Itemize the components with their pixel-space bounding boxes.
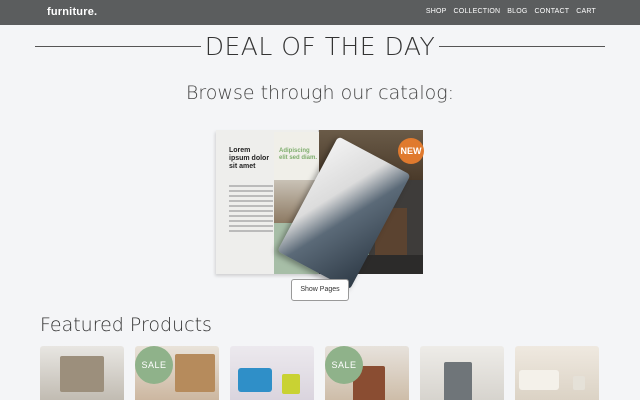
- brand-name: furniture: [47, 6, 95, 18]
- featured-title: Featured Products: [40, 314, 212, 336]
- nav-contact[interactable]: CONTACT: [535, 8, 570, 15]
- catalog-green-heading: Adipiscing elit sed diam.: [279, 148, 318, 161]
- nav-cart[interactable]: CART: [576, 8, 596, 15]
- sale-badge: SALE: [135, 346, 173, 384]
- deal-section: DEAL OF THE DAY: [0, 32, 640, 61]
- catalog-body-text: [229, 185, 273, 235]
- product-image: [238, 368, 272, 392]
- product-card[interactable]: [230, 346, 314, 400]
- navbar: furniture. SHOP COLLECTION BLOG CONTACT …: [0, 0, 640, 25]
- catalog-subtitle: Browse through our catalog:: [185, 82, 455, 104]
- product-image: [175, 354, 215, 392]
- catalog-left-heading: Lorem ipsum dolor sit amet: [229, 147, 270, 170]
- show-pages-button[interactable]: Show Pages: [291, 279, 349, 301]
- product-image: [60, 356, 104, 392]
- deal-divider-right: [439, 46, 605, 47]
- catalog-flipbook[interactable]: Lorem ipsum dolor sit amet Adipiscing el…: [213, 128, 426, 290]
- product-card[interactable]: [40, 346, 124, 400]
- brand-logo[interactable]: furniture.: [47, 6, 97, 18]
- brand-dot: .: [94, 6, 98, 18]
- sale-badge: SALE: [325, 346, 363, 384]
- product-card[interactable]: [420, 346, 504, 400]
- product-card[interactable]: SALE: [135, 346, 219, 400]
- nav-collection[interactable]: COLLECTION: [454, 8, 501, 15]
- plant-pot: [573, 376, 585, 390]
- product-image: [519, 370, 559, 390]
- product-grid: SALE SALE: [40, 346, 600, 400]
- nav-shop[interactable]: SHOP: [426, 8, 447, 15]
- product-card[interactable]: SALE: [325, 346, 409, 400]
- nav-blog[interactable]: BLOG: [507, 8, 527, 15]
- product-card[interactable]: [515, 346, 599, 400]
- plant-pot: [282, 374, 300, 394]
- new-badge: NEW: [398, 138, 424, 164]
- product-image: [444, 362, 472, 400]
- nav-links: SHOP COLLECTION BLOG CONTACT CART: [426, 8, 596, 15]
